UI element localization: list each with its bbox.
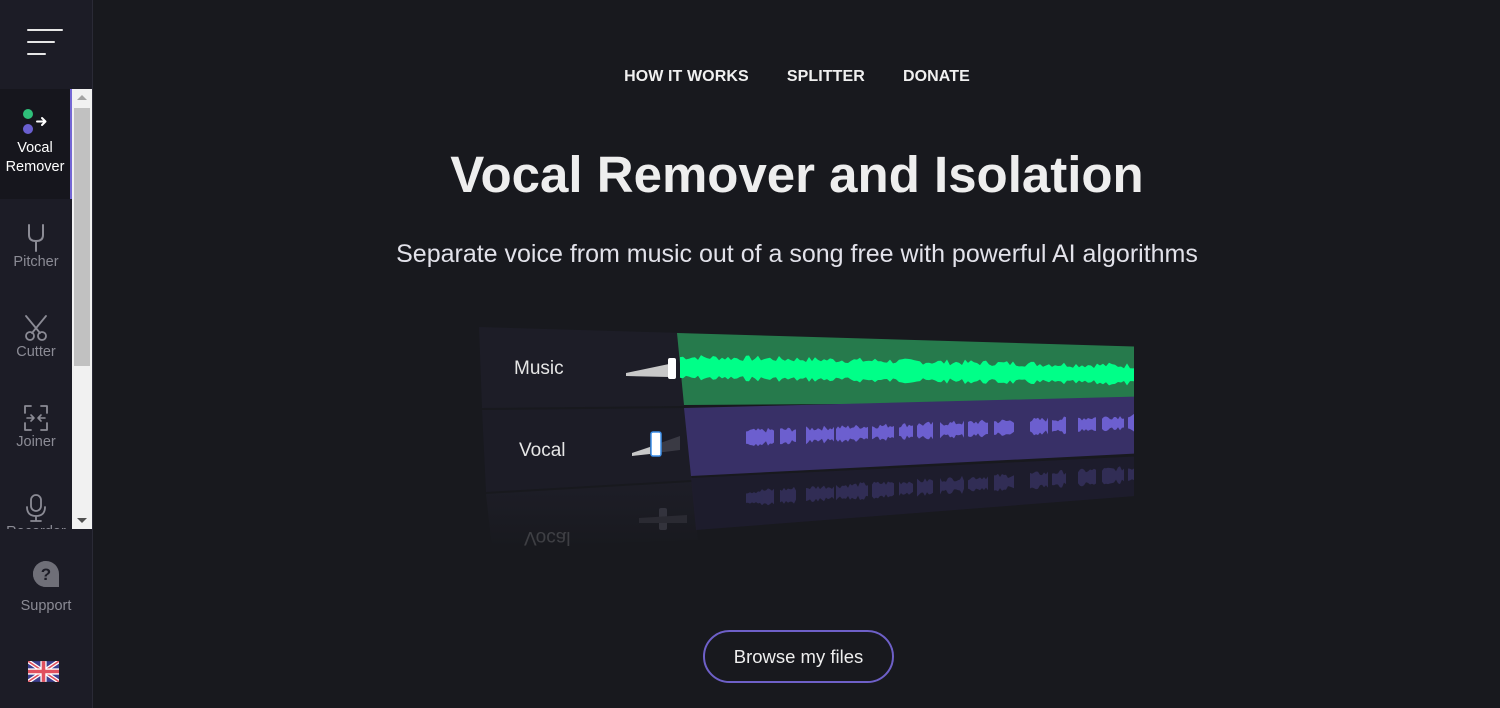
sidebar-item-label: Cutter — [16, 344, 56, 360]
menu-button[interactable] — [0, 0, 92, 89]
vocal-volume-slider-handle — [650, 431, 662, 457]
nav-how-it-works[interactable]: HOW IT WORKS — [624, 68, 749, 86]
vocal-waveform-segment — [746, 427, 774, 447]
vocal-track-label: Vocal — [519, 440, 565, 461]
sidebar: Vocal Remover Pitcher Cutter Joiner ? Su… — [0, 0, 93, 708]
scrollbar-thumb[interactable] — [74, 108, 90, 366]
music-volume-slider-handle — [668, 358, 676, 379]
support-label: Support — [20, 598, 72, 614]
top-navigation: HOW IT WORKS SPLITTER DONATE — [94, 68, 1500, 86]
hamburger-line — [27, 41, 55, 43]
sidebar-scrollbar[interactable] — [72, 89, 92, 529]
uk-flag-icon — [26, 659, 61, 684]
vocal-remover-icon — [20, 107, 50, 139]
scroll-down-button[interactable] — [72, 512, 92, 529]
vocal-waveform-segment — [917, 421, 933, 440]
music-track-label: Music — [514, 358, 564, 379]
tuning-fork-icon — [25, 223, 47, 253]
scroll-up-arrow-icon — [77, 95, 87, 100]
sidebar-item-label: Recorder — [6, 523, 66, 529]
sidebar-item-label: Vocal Remover — [6, 139, 65, 177]
nav-donate[interactable]: DONATE — [903, 68, 970, 86]
tools-panel: Vocal Remover Pitcher Cutter Joiner — [0, 89, 92, 529]
sidebar-item-label: Joiner — [16, 434, 56, 450]
joiner-icon — [22, 403, 50, 433]
label-line: Remover — [5, 159, 65, 175]
scroll-up-button[interactable] — [72, 89, 92, 106]
page-title: Vocal Remover and Isolation — [450, 146, 1144, 203]
scroll-down-arrow-icon — [77, 518, 87, 523]
sidebar-item-recorder[interactable]: Recorder — [0, 469, 72, 529]
hamburger-menu-icon — [27, 29, 63, 31]
sidebar-item-joiner[interactable]: Joiner — [0, 379, 72, 469]
tools-list: Vocal Remover Pitcher Cutter Joiner — [0, 89, 72, 529]
svg-text:?: ? — [41, 565, 51, 584]
vocal-waveform-segment — [1078, 417, 1096, 432]
label-line: Vocal — [17, 140, 53, 156]
main-content: HOW IT WORKS SPLITTER DONATE Vocal Remov… — [94, 0, 1500, 708]
question-bubble-icon: ? — [32, 560, 60, 592]
sidebar-item-pitcher[interactable]: Pitcher — [0, 199, 72, 289]
sidebar-item-label: Pitcher — [13, 254, 59, 270]
page-subtitle: Separate voice from music out of a song … — [396, 240, 1198, 268]
microphone-icon — [25, 493, 47, 523]
language-selector[interactable] — [26, 659, 61, 684]
support-button[interactable]: ? Support — [0, 560, 92, 630]
sidebar-item-vocal-remover[interactable]: Vocal Remover — [0, 89, 72, 199]
browse-files-button[interactable]: Browse my files — [703, 630, 894, 683]
reflection-waveform-segment — [1102, 466, 1124, 485]
mixer-illustration: Music Vocal Vocal — [474, 320, 1214, 550]
nav-splitter[interactable]: SPLITTER — [787, 68, 865, 86]
hamburger-line — [27, 53, 46, 55]
scissors-icon — [23, 313, 49, 343]
reflection-waveform-segment — [917, 478, 933, 497]
sidebar-item-cutter[interactable]: Cutter — [0, 289, 72, 379]
reflection-track-label: Vocal — [524, 527, 570, 548]
